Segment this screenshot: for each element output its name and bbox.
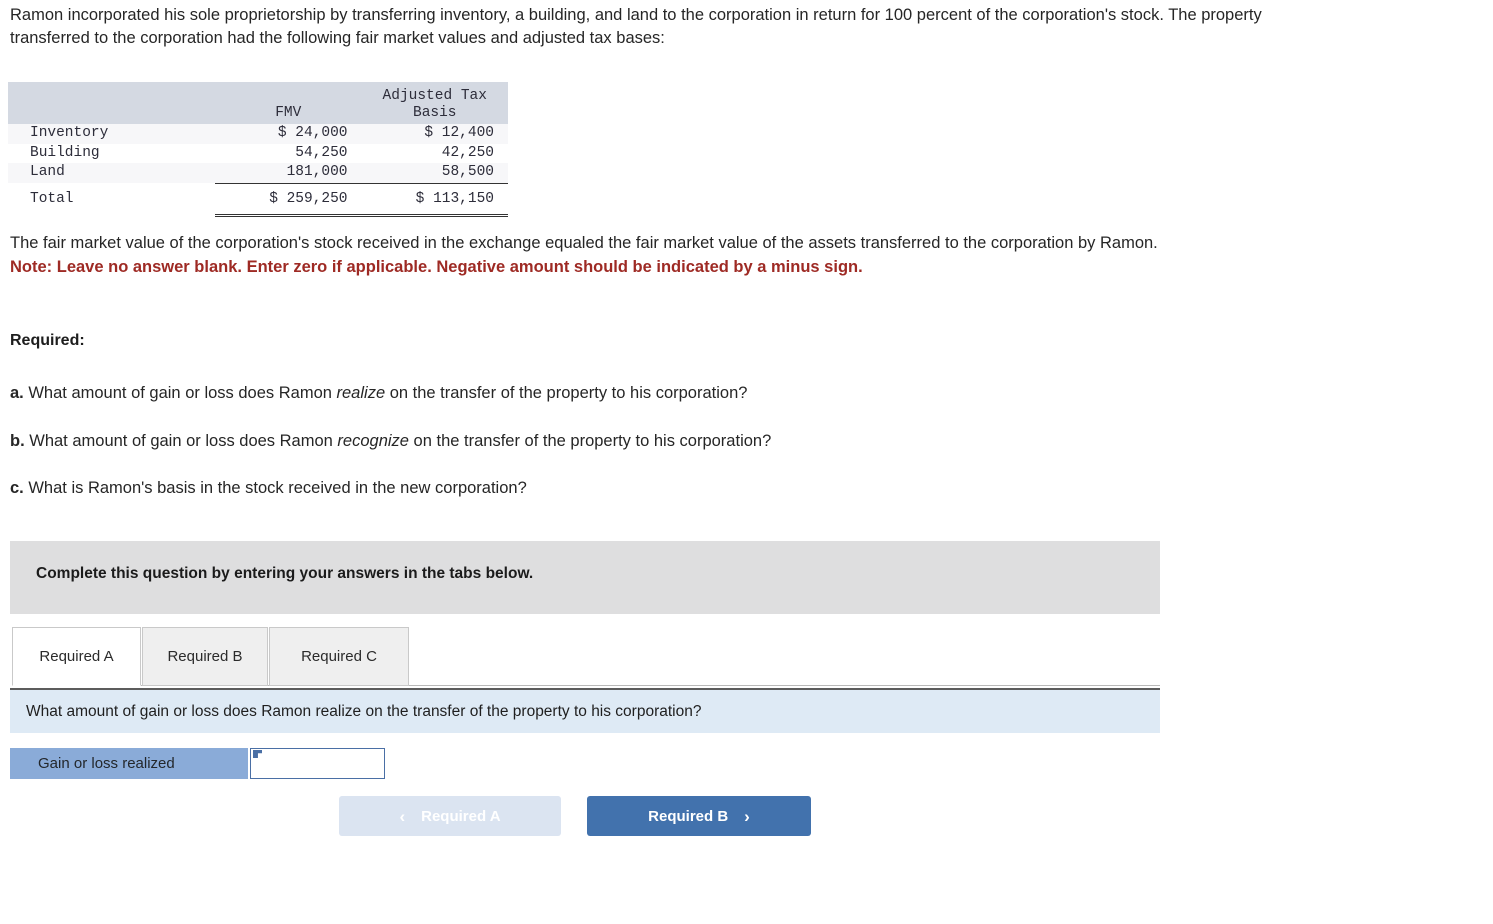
column-header-basis-line1: Adjusted Tax <box>382 88 487 104</box>
question-bullet-c: c. <box>10 479 24 497</box>
next-required-b-button[interactable]: Required B › <box>587 796 811 836</box>
required-questions-list: a. What amount of gain or loss does Ramo… <box>10 384 1210 527</box>
table-header: FMV Adjusted Tax Basis <box>8 82 508 124</box>
cell-inventory-basis: $ 12,400 <box>424 125 494 141</box>
cell-inventory-fmv: $ 24,000 <box>277 125 348 141</box>
instruction-banner-text: Complete this question by entering your … <box>36 565 534 582</box>
cell-land-basis: 58,500 <box>441 164 494 180</box>
answer-note: Note: Leave no answer blank. Enter zero … <box>10 258 863 276</box>
table-row: Inventory $ 24,000 $ 12,400 <box>8 124 508 144</box>
cell-land-fmv: 181,000 <box>286 164 348 180</box>
column-header-basis-line2: Basis <box>413 105 457 121</box>
tab-required-a[interactable]: Required A <box>12 627 141 686</box>
question-item-b: b. What amount of gain or loss does Ramo… <box>10 432 1210 451</box>
tab-required-a-label: Required A <box>39 648 114 665</box>
table-row: Land 181,000 58,500 <box>8 163 508 183</box>
question-b-emphasis: recognize <box>337 431 409 450</box>
table-row: Building 54,250 42,250 <box>8 144 508 164</box>
question-item-c: c. What is Ramon's basis in the stock re… <box>10 479 1210 498</box>
cell-total-fmv: $ 259,250 <box>215 182 362 217</box>
question-b-post: on the transfer of the property to his c… <box>408 431 772 450</box>
answer-row-label: Gain or loss realized <box>10 748 248 779</box>
required-heading: Required: <box>10 332 85 349</box>
question-b-pre: What amount of gain or loss does Ramon <box>24 431 338 450</box>
active-tab-question-text: What amount of gain or loss does Ramon r… <box>26 703 702 720</box>
question-bullet-b: b. <box>10 431 25 450</box>
prev-required-a-button[interactable]: ‹ Required A <box>339 796 561 836</box>
cell-building-basis: 42,250 <box>441 144 494 161</box>
active-tab-question-bar: What amount of gain or loss does Ramon r… <box>10 688 1160 733</box>
tab-required-b[interactable]: Required B <box>142 627 268 686</box>
row-label-inventory: Inventory <box>30 125 109 141</box>
property-values-table-wrapper: FMV Adjusted Tax Basis Inventory $ 24,00… <box>8 82 508 217</box>
row-label-total: Total <box>30 191 74 207</box>
gain-or-loss-realized-input[interactable] <box>250 748 385 779</box>
question-bullet-a: a. <box>10 384 24 402</box>
cell-total-basis: $ 113,150 <box>361 182 508 217</box>
question-a-pre: What amount of gain or loss does Ramon <box>23 384 337 402</box>
tab-required-c-label: Required C <box>301 648 377 665</box>
cell-building-fmv: 54,250 <box>295 144 348 161</box>
next-button-label: Required B <box>648 807 729 825</box>
row-label-building: Building <box>30 144 100 161</box>
property-values-table: FMV Adjusted Tax Basis Inventory $ 24,00… <box>8 82 508 217</box>
column-header-fmv: FMV <box>275 105 302 121</box>
chevron-left-icon: ‹ <box>399 806 406 826</box>
fmv-statement-block: The fair market value of the corporation… <box>10 232 1275 279</box>
column-header-blank <box>8 82 215 124</box>
instruction-banner: Complete this question by entering your … <box>10 541 1160 614</box>
prev-button-label: Required A <box>421 807 501 825</box>
column-header-adjusted-tax-basis: Adjusted Tax Basis <box>362 82 508 124</box>
question-c-pre: What is Ramon's basis in the stock recei… <box>23 479 527 497</box>
row-label-land: Land <box>30 164 65 181</box>
table-header-row: FMV Adjusted Tax Basis <box>8 82 508 124</box>
question-item-a: a. What amount of gain or loss does Ramo… <box>10 384 1210 403</box>
answer-row: Gain or loss realized <box>10 748 385 779</box>
table-body: Inventory $ 24,000 $ 12,400 Building 54,… <box>8 124 508 217</box>
chevron-right-icon: › <box>744 806 750 826</box>
question-a-emphasis: realize <box>336 384 386 402</box>
tab-required-b-label: Required B <box>167 648 243 665</box>
tab-required-c[interactable]: Required C <box>269 627 409 686</box>
question-a-post: on the transfer of the property to his c… <box>385 384 748 402</box>
table-total-row: Total $ 259,250 $ 113,150 <box>8 182 508 217</box>
problem-statement: Ramon incorporated his sole proprietorsh… <box>10 6 1262 47</box>
fmv-statement: The fair market value of the corporation… <box>10 234 1158 252</box>
